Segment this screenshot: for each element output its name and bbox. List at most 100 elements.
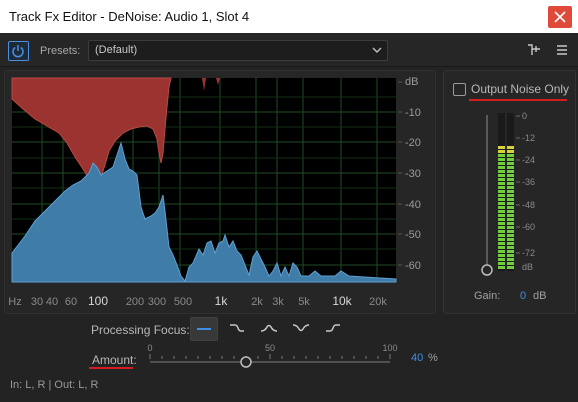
- meter-segment: [498, 166, 505, 169]
- focus-mid-cut-button[interactable]: [288, 317, 314, 339]
- meter-segment: [507, 214, 514, 217]
- meter-segment: [498, 150, 505, 153]
- annotation-underline: [89, 367, 133, 369]
- high-focus-icon: [326, 324, 340, 332]
- meter-segment: [498, 218, 505, 221]
- focus-high-button[interactable]: [320, 317, 346, 339]
- amount-scale-tick: 50: [265, 343, 275, 353]
- meter-segment: [507, 266, 514, 269]
- amount-slider[interactable]: 0 50 100: [140, 342, 400, 372]
- spectrum-graph-panel[interactable]: dB -10 -20 -30 -40 -50 -60 Hz 30 40 60 1…: [4, 70, 436, 314]
- meter-segment: [507, 254, 514, 257]
- meter-segment: [507, 182, 514, 185]
- meter-segment: [507, 150, 514, 153]
- window-title: Track Fx Editor - DeNoise: Audio 1, Slot…: [9, 9, 250, 24]
- meter-segment: [498, 214, 505, 217]
- meter-segment: [498, 178, 505, 181]
- mid-focus-icon: [260, 324, 278, 332]
- meter-segment: [507, 170, 514, 173]
- freq-tick: 5k: [298, 296, 310, 308]
- meter-segment: [498, 238, 505, 241]
- power-icon: [12, 45, 24, 58]
- freq-tick: 10k: [332, 294, 352, 308]
- meter-scale-tick: dB: [522, 262, 533, 272]
- freq-tick: 500: [174, 296, 192, 308]
- power-toggle-button[interactable]: [8, 41, 29, 61]
- meter-segment: [507, 218, 514, 221]
- meter-scale-tick: -48: [522, 200, 535, 210]
- meter-segment: [507, 246, 514, 249]
- meter-segment: [498, 186, 505, 189]
- routing-icon[interactable]: [527, 43, 541, 57]
- meter-scale-tick: -24: [522, 155, 535, 165]
- chevron-down-icon: [372, 47, 382, 53]
- meter-segment: [498, 258, 505, 261]
- amount-unit: %: [428, 352, 438, 364]
- meter-segment: [498, 162, 505, 165]
- db-unit-label: dB: [405, 76, 418, 88]
- amount-value[interactable]: 40: [411, 352, 423, 364]
- meter-scale-tick: -72: [522, 248, 535, 258]
- meter-segment: [498, 174, 505, 177]
- gain-value[interactable]: 0: [520, 290, 526, 302]
- meter-segment: [507, 250, 514, 253]
- low-focus-icon: [230, 324, 244, 332]
- io-routing-status: In: L, R | Out: L, R: [10, 379, 99, 391]
- meter-segment: [498, 194, 505, 197]
- meter-segment: [507, 262, 514, 265]
- presets-dropdown[interactable]: (Default): [88, 40, 388, 61]
- freq-tick: 300: [148, 296, 166, 308]
- meter-scale-tick: -60: [522, 222, 535, 232]
- amount-slider-handle[interactable]: [240, 356, 252, 368]
- meter-segment: [507, 158, 514, 161]
- db-tick: -40: [405, 199, 421, 211]
- meter-segment: [507, 206, 514, 209]
- db-tick: -50: [405, 229, 421, 241]
- meter-segment: [507, 174, 514, 177]
- meter-segment: [498, 210, 505, 213]
- db-tick: -60: [405, 260, 421, 272]
- meter-segment: [498, 254, 505, 257]
- meter-segment: [498, 250, 505, 253]
- freq-tick: 1k: [215, 294, 229, 308]
- processing-focus-label: Processing Focus:: [91, 323, 190, 337]
- meter-segment: [507, 154, 514, 157]
- gain-fader-handle[interactable]: [481, 264, 493, 276]
- focus-mid-button[interactable]: [256, 317, 282, 339]
- focus-flat-button[interactable]: [190, 317, 218, 341]
- meter-segment: [498, 242, 505, 245]
- meter-segment: [507, 234, 514, 237]
- freq-tick: 200: [126, 296, 144, 308]
- meter-segment: [498, 234, 505, 237]
- presets-value: (Default): [95, 44, 138, 56]
- flat-focus-icon: [197, 328, 211, 330]
- meter-segment: [507, 198, 514, 201]
- mid-cut-focus-icon: [292, 324, 310, 332]
- meter-segment: [507, 226, 514, 229]
- meter-segment: [507, 146, 514, 149]
- meter-segment: [507, 186, 514, 189]
- meter-segment: [498, 266, 505, 269]
- close-icon: [554, 11, 566, 23]
- meter-segment: [498, 190, 505, 193]
- freq-tick: Hz: [8, 296, 21, 308]
- meter-segment: [498, 246, 505, 249]
- meter-segment: [498, 206, 505, 209]
- spectrum-graph[interactable]: dB -10 -20 -30 -40 -50 -60 Hz 30 40 60 1…: [5, 71, 435, 313]
- freq-tick: 20k: [369, 296, 387, 308]
- title-bar: Track Fx Editor - DeNoise: Audio 1, Slot…: [0, 0, 578, 33]
- focus-low-button[interactable]: [224, 317, 250, 339]
- meter-segment: [507, 194, 514, 197]
- hamburger-menu-icon[interactable]: [556, 43, 568, 57]
- amount-scale-tick: 100: [382, 343, 397, 353]
- level-meter: 0 -12 -24 -36 -48 -60 -72 dB: [481, 111, 535, 276]
- freq-tick: 100: [88, 294, 108, 308]
- meter-segment: [507, 166, 514, 169]
- meter-segment: [507, 242, 514, 245]
- meter-segment: [498, 226, 505, 229]
- amount-label: Amount:: [92, 353, 137, 367]
- meter-segment: [507, 202, 514, 205]
- close-button[interactable]: [548, 6, 572, 28]
- meter-segment: [498, 202, 505, 205]
- gain-label: Gain:: [474, 290, 501, 302]
